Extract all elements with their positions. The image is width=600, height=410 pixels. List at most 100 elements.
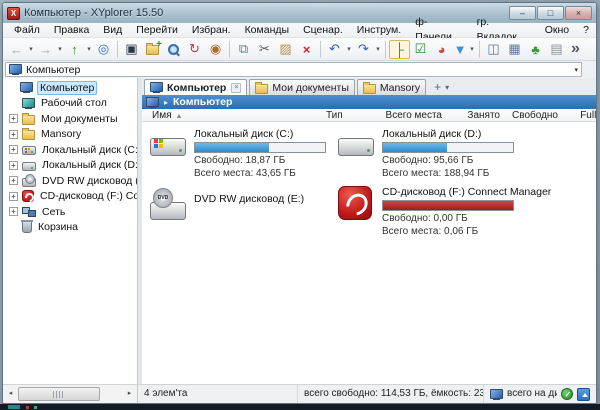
- hotlist-icon[interactable]: ◎: [93, 40, 114, 59]
- recycle-bin-icon: [22, 221, 32, 233]
- breadcrumb[interactable]: ▸ Компьютер: [142, 95, 596, 109]
- menu-favorites[interactable]: Избран.: [185, 23, 238, 38]
- forward-dropdown-icon[interactable]: ▾: [56, 45, 64, 53]
- checkbox-mode-icon[interactable]: ☑: [410, 40, 431, 59]
- up-icon[interactable]: ↑: [64, 40, 85, 59]
- new-tab-button[interactable]: +: [434, 80, 441, 94]
- system-drive-icon: [22, 146, 36, 155]
- column-used[interactable]: Занято: [450, 109, 500, 122]
- tab-mansory[interactable]: Mansory: [357, 79, 426, 95]
- tree-horizontal-scrollbar[interactable]: ◂ ▸: [3, 385, 138, 403]
- drive-item-c[interactable]: Локальный диск (C:) Свободно: 18,87 ГБ В…: [150, 128, 340, 184]
- scroll-left-icon[interactable]: ◂: [4, 387, 17, 401]
- folder-size-pie-icon[interactable]: ◕: [431, 40, 452, 59]
- tree-item-mansory[interactable]: + Mansory: [3, 127, 137, 143]
- menu-go[interactable]: Перейти: [129, 23, 185, 38]
- drive-item-e[interactable]: DVD RW дисковод (E:): [150, 188, 340, 244]
- tree-toggle-icon[interactable]: ├: [389, 40, 410, 59]
- redo-dropdown-icon[interactable]: ▾: [374, 45, 382, 53]
- cut-icon[interactable]: ✂: [254, 40, 275, 59]
- address-input[interactable]: Компьютер ▾: [5, 62, 582, 77]
- dvd-drive-icon: [150, 190, 186, 220]
- breadcrumb-label: Компьютер: [173, 96, 232, 108]
- expand-icon[interactable]: +: [9, 176, 18, 185]
- tree-item-cd-f[interactable]: + CD-дисковод (F:) Connect Manager: [3, 189, 137, 205]
- column-total[interactable]: Всего места: [372, 109, 442, 122]
- toolbar-overflow-icon[interactable]: »: [571, 40, 580, 58]
- refresh-icon[interactable]: ↻: [184, 40, 205, 59]
- expand-icon[interactable]: +: [9, 114, 18, 123]
- disk-usage-bar: [382, 200, 514, 211]
- tree-item-drive-d[interactable]: + Локальный диск (D:): [3, 158, 137, 174]
- tree-item-network[interactable]: + Сеть: [3, 204, 137, 220]
- dvd-drive-icon: [22, 178, 36, 187]
- tree-item-computer[interactable]: Компьютер: [3, 80, 137, 96]
- menu-edit[interactable]: Правка: [47, 23, 96, 38]
- redo-icon[interactable]: ↷: [353, 40, 374, 59]
- folder-icon: [255, 84, 268, 94]
- new-folder-icon[interactable]: [142, 40, 163, 59]
- undo-icon[interactable]: ↶: [324, 40, 345, 59]
- tab-list-dropdown-icon[interactable]: ▾: [445, 83, 449, 92]
- maximize-button[interactable]: □: [537, 6, 564, 20]
- computer-icon: [146, 97, 159, 108]
- back-icon[interactable]: ←: [6, 40, 27, 59]
- status-ok-icon[interactable]: [561, 388, 573, 400]
- filter-dropdown-icon[interactable]: ▾: [468, 45, 476, 53]
- column-headers: Имя▲ Тип Всего места Занято Свободно Ful…: [142, 109, 596, 122]
- copy-icon[interactable]: ⧉: [233, 40, 254, 59]
- tree-view-icon[interactable]: ♣: [525, 40, 546, 59]
- tab-my-documents[interactable]: Мои документы: [249, 79, 355, 95]
- address-dropdown-icon[interactable]: ▾: [574, 66, 578, 74]
- menu-help[interactable]: ?: [576, 23, 596, 38]
- menu-tools[interactable]: Инструм.: [350, 23, 408, 38]
- column-full[interactable]: Full %: [566, 109, 596, 122]
- forward-icon[interactable]: →: [35, 40, 56, 59]
- search-icon[interactable]: [163, 40, 184, 59]
- tab-computer[interactable]: Компьютер ×: [144, 79, 247, 95]
- expand-icon[interactable]: +: [9, 130, 18, 139]
- tree-item-drive-c[interactable]: + Локальный диск (C:): [3, 142, 137, 158]
- split-view-icon[interactable]: ▤: [546, 40, 567, 59]
- close-button[interactable]: ×: [565, 6, 592, 20]
- folder-icon: [22, 115, 35, 125]
- details-view-icon[interactable]: ▦: [504, 40, 525, 59]
- expand-icon[interactable]: +: [9, 145, 18, 154]
- column-name[interactable]: Имя▲: [152, 109, 182, 123]
- scroll-right-icon[interactable]: ▸: [123, 387, 136, 401]
- expand-icon[interactable]: +: [9, 207, 18, 216]
- tree-item-recycle-bin[interactable]: Корзина: [3, 220, 137, 236]
- tab-close-icon[interactable]: ×: [231, 83, 241, 93]
- sync-icon[interactable]: ◉: [205, 40, 226, 59]
- delete-icon[interactable]: ×: [296, 40, 317, 59]
- toolbar-separator: [320, 41, 321, 58]
- toolbar: ← ▾ → ▾ ↑ ▾ ◎ ▣ ↻ ◉ ⧉ ✂ ▨ × ↶ ▾ ↷ ▾ ├ ☑ …: [3, 38, 596, 61]
- menu-view[interactable]: Вид: [96, 23, 129, 38]
- expand-icon[interactable]: +: [9, 161, 18, 170]
- scrollbar-thumb[interactable]: [18, 387, 100, 401]
- drive-item-f[interactable]: CD-дисковод (F:) Connect Manager Свободн…: [338, 186, 528, 242]
- drive-item-d[interactable]: Локальный диск (D:) Свободно: 95,66 ГБ В…: [338, 128, 528, 184]
- dual-pane-icon[interactable]: ◫: [483, 40, 504, 59]
- up-dropdown-icon[interactable]: ▾: [85, 45, 93, 53]
- status-up-icon[interactable]: [577, 388, 590, 401]
- connect-manager-icon: [338, 186, 372, 220]
- status-free-space-summary: всего свободно: 114,53 ГБ, ёмкость: 232,…: [298, 385, 484, 403]
- panel-icon[interactable]: ▣: [121, 40, 142, 59]
- expand-icon[interactable]: +: [9, 192, 18, 201]
- menu-scripting[interactable]: Сценар.: [296, 23, 350, 38]
- menu-file[interactable]: Файл: [7, 23, 47, 38]
- menu-window[interactable]: Окно: [538, 23, 576, 38]
- tree-item-dvd-e[interactable]: + DVD RW дисковод (E:): [3, 173, 137, 189]
- filter-icon[interactable]: ▼: [452, 40, 468, 59]
- tree-item-desktop[interactable]: Рабочий стол: [3, 96, 137, 112]
- folder-icon: [22, 130, 35, 140]
- back-dropdown-icon[interactable]: ▾: [27, 45, 35, 53]
- paste-icon[interactable]: ▨: [275, 40, 296, 59]
- column-type[interactable]: Тип: [326, 109, 343, 122]
- disk-usage-bar: [382, 142, 514, 153]
- column-free[interactable]: Свободно: [508, 109, 558, 122]
- undo-dropdown-icon[interactable]: ▾: [345, 45, 353, 53]
- menu-commands[interactable]: Команды: [238, 23, 297, 38]
- tree-item-my-documents[interactable]: + Мои документы: [3, 111, 137, 127]
